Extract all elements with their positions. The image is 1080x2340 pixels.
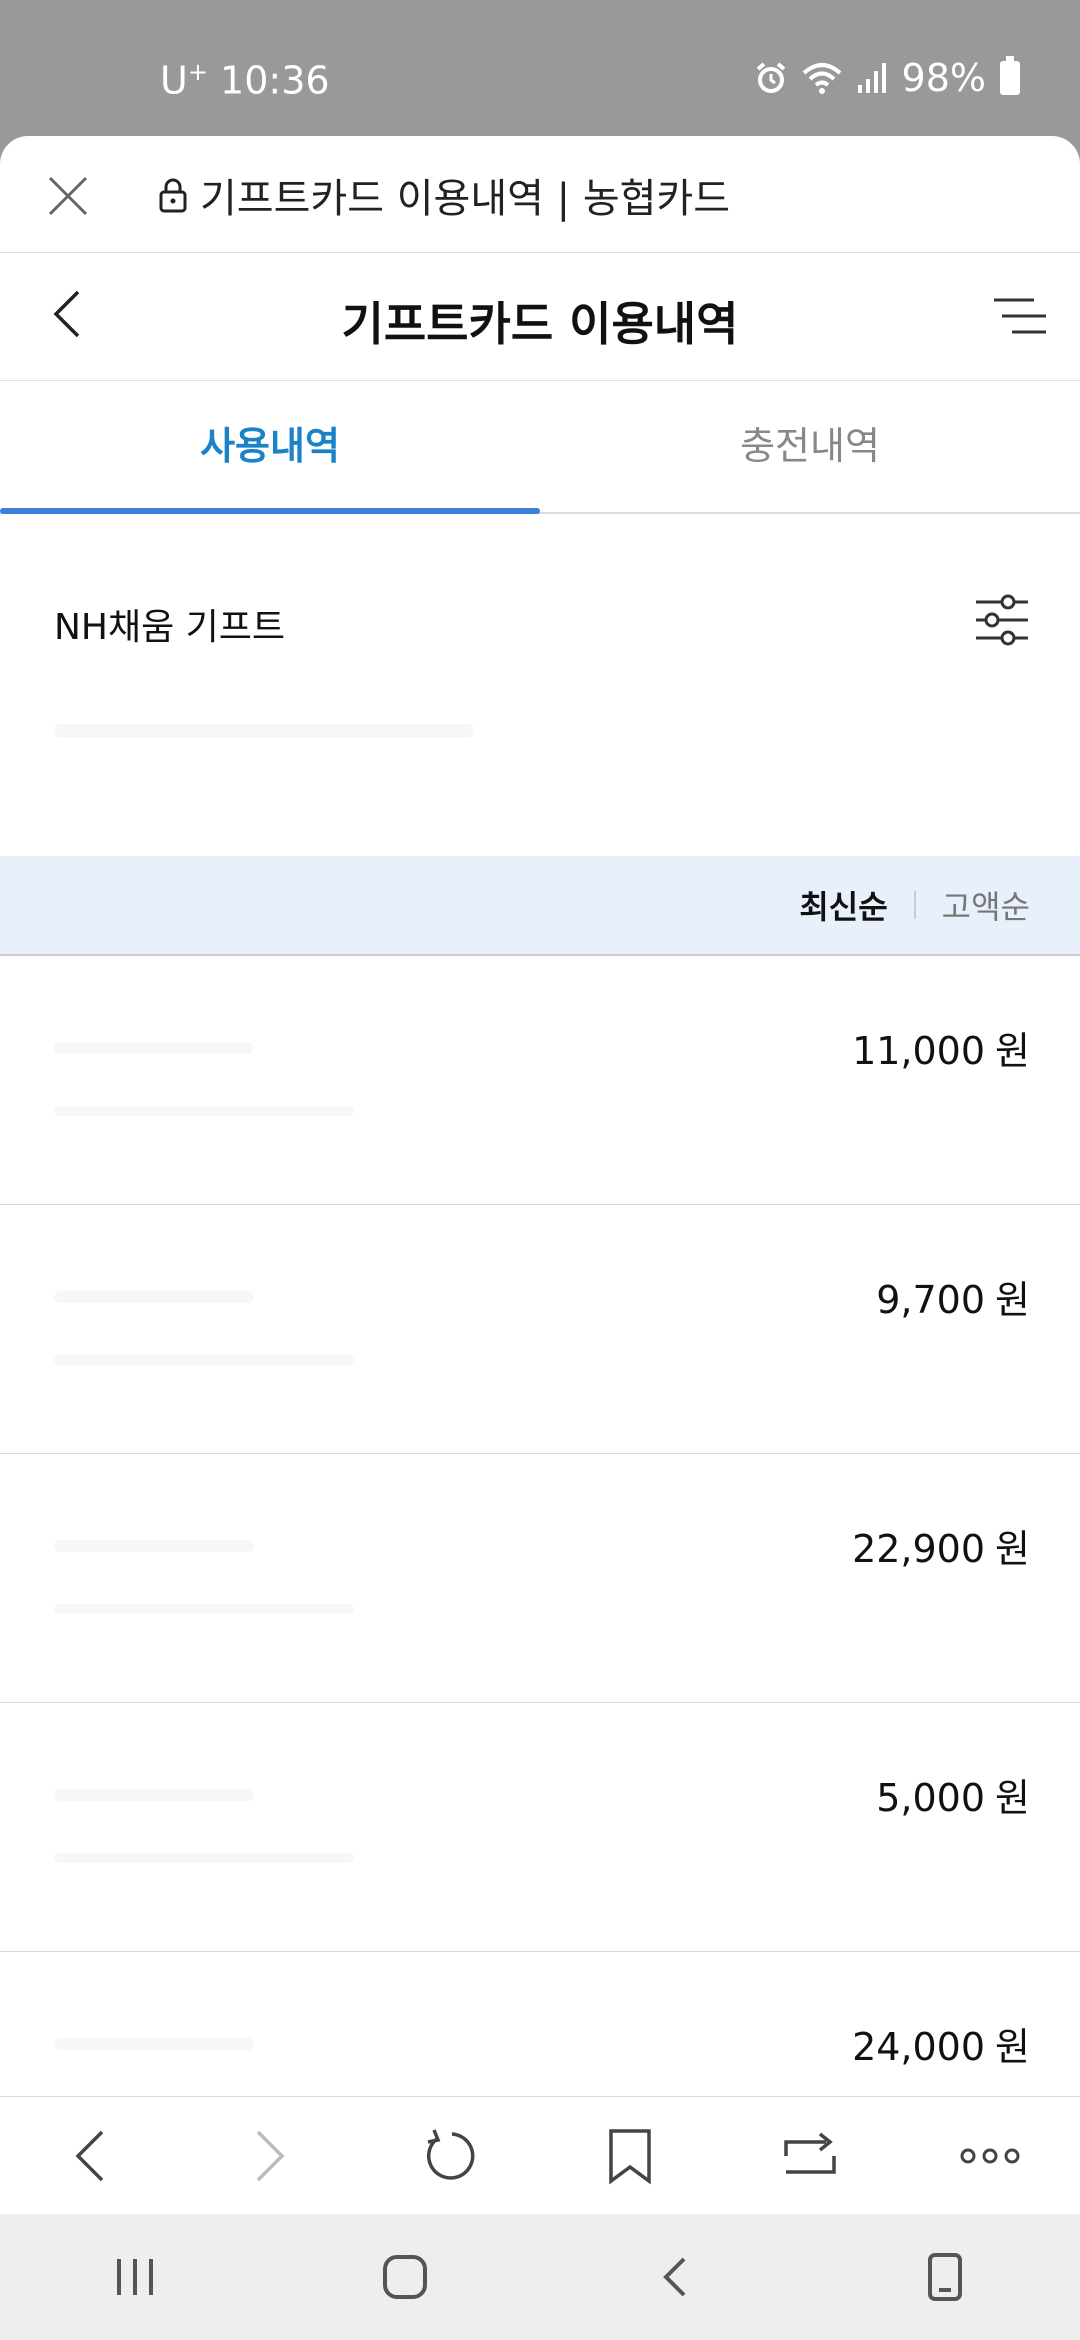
- tab-usage[interactable]: 사용내역: [0, 380, 540, 514]
- url-title-text: 기프트카드 이용내역 | 농협카드: [200, 176, 731, 222]
- phone-rotate-icon: [928, 2253, 962, 2301]
- filter-sliders-icon[interactable]: [974, 594, 1030, 646]
- signal-icon: [857, 63, 886, 93]
- list-item[interactable]: 9,700 원: [0, 1205, 1080, 1454]
- list-item[interactable]: 5,000 원: [0, 1703, 1080, 1952]
- amount-unit: 원: [995, 1278, 1030, 1322]
- recent-apps-icon: [117, 2259, 153, 2295]
- browser-toolbar: [0, 2096, 1080, 2215]
- browser-sheet: 기프트카드 이용내역 | 농협카드 기프트카드 이용내역 사용내역 충전내역 N…: [0, 136, 1080, 2096]
- redacted-merchant: [54, 1291, 254, 1303]
- system-back-icon: [663, 2257, 686, 2297]
- amount-value: 11,000: [852, 1029, 986, 1073]
- lock-icon: [159, 178, 187, 213]
- redacted-merchant: [54, 1042, 254, 1054]
- page-title: 기프트카드 이용내역: [341, 297, 739, 351]
- redacted-date: [54, 1355, 354, 1365]
- more-button[interactable]: [950, 2116, 1030, 2196]
- browser-forward-button[interactable]: [230, 2116, 310, 2196]
- list-item[interactable]: 11,000 원: [0, 956, 1080, 1205]
- hamburger-menu-icon[interactable]: [990, 290, 1050, 342]
- alarm-icon: [756, 62, 785, 93]
- page-header: 기프트카드 이용내역: [0, 252, 1080, 381]
- back-icon: [75, 2130, 104, 2182]
- amount-value: 9,700: [876, 1278, 986, 1322]
- list-item[interactable]: 22,900 원: [0, 1454, 1080, 1703]
- redacted-date: [54, 1604, 354, 1614]
- transaction-amount: 9,700 원: [876, 1269, 1030, 1324]
- tab-bar: 사용내역 충전내역: [0, 380, 1080, 514]
- status-bar: U+ 10:36 98%: [0, 0, 1080, 136]
- redacted-merchant: [54, 1789, 254, 1801]
- redacted-date: [54, 1853, 354, 1863]
- amount-value: 5,000: [876, 1776, 986, 1820]
- system-back-button[interactable]: [630, 2232, 720, 2322]
- close-icon[interactable]: [44, 172, 92, 220]
- url-bar[interactable]: 기프트카드 이용내역 | 농협카드: [158, 166, 730, 224]
- carrier-label: U: [160, 58, 188, 103]
- amount-unit: 원: [995, 1527, 1030, 1571]
- wifi-icon: [802, 63, 841, 94]
- redacted-date: [54, 1106, 354, 1116]
- sort-options: 최신순 고액순: [799, 856, 1030, 954]
- status-icons: 98%: [754, 56, 1020, 100]
- system-nav-bar: [0, 2214, 1080, 2340]
- redacted-merchant: [54, 2038, 254, 2050]
- home-button[interactable]: [360, 2232, 450, 2322]
- transaction-list: 11,000 원 9,700 원 22,900 원 5,000 원 24,000 원: [0, 956, 1080, 2096]
- battery-icon: [1000, 56, 1020, 95]
- card-info: NH채움 기프트: [0, 514, 1080, 856]
- bookmark-icon: [609, 2129, 651, 2185]
- sort-bar: 최신순 고액순: [0, 856, 1080, 956]
- transaction-amount: 24,000 원: [852, 2016, 1030, 2071]
- amount-value: 22,900: [852, 1527, 986, 1571]
- tab-charge[interactable]: 충전내역: [540, 380, 1080, 512]
- carrier-sup: +: [187, 58, 208, 86]
- tabs-button[interactable]: [770, 2116, 850, 2196]
- amount-unit: 원: [995, 1029, 1030, 1073]
- sort-amount-button[interactable]: 고액순: [942, 882, 1030, 928]
- browser-header: 기프트카드 이용내역 | 농협카드: [0, 136, 1080, 253]
- reload-icon: [427, 2129, 475, 2180]
- browser-back-button[interactable]: [50, 2116, 130, 2196]
- home-icon: [383, 2255, 427, 2299]
- sort-divider: [913, 891, 916, 919]
- transaction-amount: 11,000 원: [852, 1020, 1030, 1075]
- bookmark-button[interactable]: [590, 2116, 670, 2196]
- forward-icon: [256, 2130, 285, 2182]
- card-name: NH채움 기프트: [54, 607, 286, 648]
- redacted-merchant: [54, 1540, 254, 1552]
- amount-unit: 원: [995, 2025, 1030, 2069]
- battery-percent: 98%: [901, 56, 986, 100]
- tabs-switch-icon: [784, 2132, 836, 2174]
- clock: 10:36: [220, 58, 330, 103]
- recent-apps-button[interactable]: [90, 2232, 180, 2322]
- redacted-card-number: [54, 724, 474, 738]
- list-item[interactable]: 24,000 원: [0, 1952, 1080, 2096]
- carrier-time: U+ 10:36: [160, 58, 330, 103]
- more-dots-icon: [960, 2148, 1020, 2164]
- transaction-amount: 22,900 원: [852, 1518, 1030, 1573]
- transaction-amount: 5,000 원: [876, 1767, 1030, 1822]
- reload-button[interactable]: [410, 2116, 490, 2196]
- rotate-button[interactable]: [900, 2232, 990, 2322]
- sort-latest-button[interactable]: 최신순: [799, 882, 887, 928]
- amount-value: 24,000: [852, 2025, 986, 2069]
- amount-unit: 원: [995, 1776, 1030, 1820]
